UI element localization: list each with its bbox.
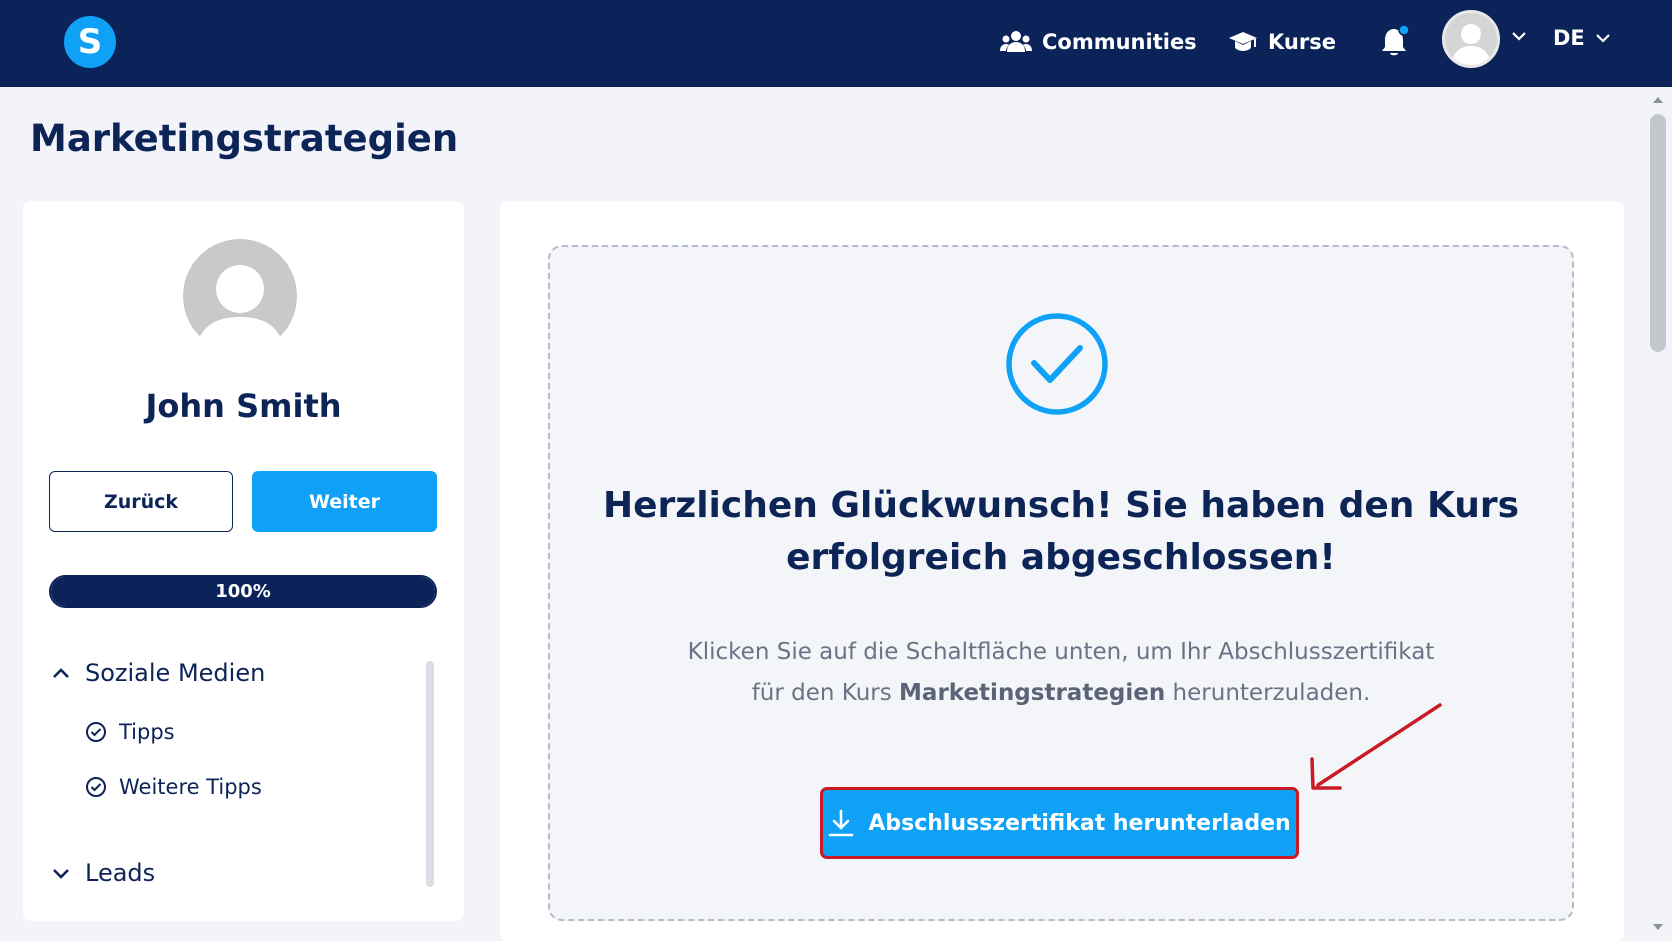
check-circle-icon bbox=[86, 777, 106, 797]
lesson-item-weitere-tipps[interactable]: Weitere Tipps bbox=[85, 775, 262, 799]
back-button[interactable]: Zurück bbox=[49, 471, 233, 532]
chevron-down-icon bbox=[1596, 34, 1610, 43]
section-title: Leads bbox=[85, 859, 156, 887]
download-label: Abschlusszertifikat herunterladen bbox=[868, 810, 1291, 836]
user-placeholder-icon bbox=[195, 265, 285, 353]
progress-label: 100% bbox=[215, 581, 271, 602]
download-certificate-button[interactable]: Abschlusszertifikat herunterladen bbox=[820, 787, 1299, 859]
headline-line-1: Herzlichen Glückwunsch! Sie haben den Ku… bbox=[602, 485, 1520, 526]
check-circle-icon bbox=[86, 722, 106, 742]
nav-communities[interactable]: Communities bbox=[1000, 24, 1197, 60]
notification-button[interactable] bbox=[1380, 24, 1410, 58]
instruction-line-1: Klicken Sie auf die Schaltfläche unten, … bbox=[687, 639, 1435, 665]
bell-icon bbox=[1382, 24, 1410, 56]
sidebar-scrollbar[interactable] bbox=[426, 661, 434, 887]
chevron-down-icon bbox=[53, 869, 69, 879]
course-sidebar: John Smith Zurück Weiter 100% Soziale Me… bbox=[23, 201, 464, 921]
instruction-suffix: herunterzuladen. bbox=[1165, 680, 1371, 706]
chevron-down-icon[interactable] bbox=[1511, 30, 1527, 42]
lesson-item-tipps[interactable]: Tipps bbox=[85, 720, 175, 744]
users-icon bbox=[1000, 31, 1032, 52]
top-navbar: S Communities Kurse DE bbox=[0, 0, 1672, 87]
completion-panel: Herzlichen Glückwunsch! Sie haben den Ku… bbox=[548, 245, 1574, 921]
next-button[interactable]: Weiter bbox=[252, 471, 437, 532]
section-soziale-medien[interactable]: Soziale Medien bbox=[51, 659, 265, 687]
app-logo[interactable]: S bbox=[64, 16, 116, 68]
page-title: Marketingstrategien bbox=[30, 117, 459, 160]
profile-avatar bbox=[183, 239, 297, 353]
download-icon bbox=[829, 809, 854, 837]
download-instruction: Klicken Sie auf die Schaltfläche unten, … bbox=[550, 632, 1572, 714]
success-check-icon bbox=[1006, 313, 1108, 415]
course-name: Marketingstrategien bbox=[899, 680, 1166, 706]
user-avatar[interactable] bbox=[1442, 10, 1500, 68]
nav-kurse-label: Kurse bbox=[1268, 30, 1336, 54]
course-progress-bar: 100% bbox=[49, 575, 437, 608]
headline-line-2: erfolgreich abgeschlossen! bbox=[786, 537, 1336, 578]
language-label: DE bbox=[1553, 26, 1585, 50]
user-placeholder-icon bbox=[1451, 24, 1491, 65]
logo-letter: S bbox=[77, 22, 103, 62]
chevron-up-icon bbox=[53, 668, 69, 678]
language-selector[interactable]: DE bbox=[1553, 26, 1611, 50]
nav-communities-label: Communities bbox=[1042, 30, 1197, 54]
lesson-label: Weitere Tipps bbox=[119, 775, 262, 799]
user-name: John Smith bbox=[145, 387, 342, 425]
scroll-up-arrow-icon[interactable] bbox=[1651, 95, 1665, 105]
scroll-down-arrow-icon[interactable] bbox=[1651, 922, 1665, 932]
graduation-cap-icon bbox=[1229, 32, 1257, 51]
completion-card: Herzlichen Glückwunsch! Sie haben den Ku… bbox=[500, 201, 1624, 941]
page-scrollbar-thumb[interactable] bbox=[1650, 114, 1666, 352]
nav-kurse[interactable]: Kurse bbox=[1228, 24, 1336, 60]
section-leads[interactable]: Leads bbox=[51, 859, 155, 887]
lesson-label: Tipps bbox=[119, 720, 175, 744]
congratulations-heading: Herzlichen Glückwunsch! Sie haben den Ku… bbox=[550, 480, 1572, 584]
section-title: Soziale Medien bbox=[85, 659, 266, 687]
instruction-prefix: für den Kurs bbox=[751, 680, 900, 706]
